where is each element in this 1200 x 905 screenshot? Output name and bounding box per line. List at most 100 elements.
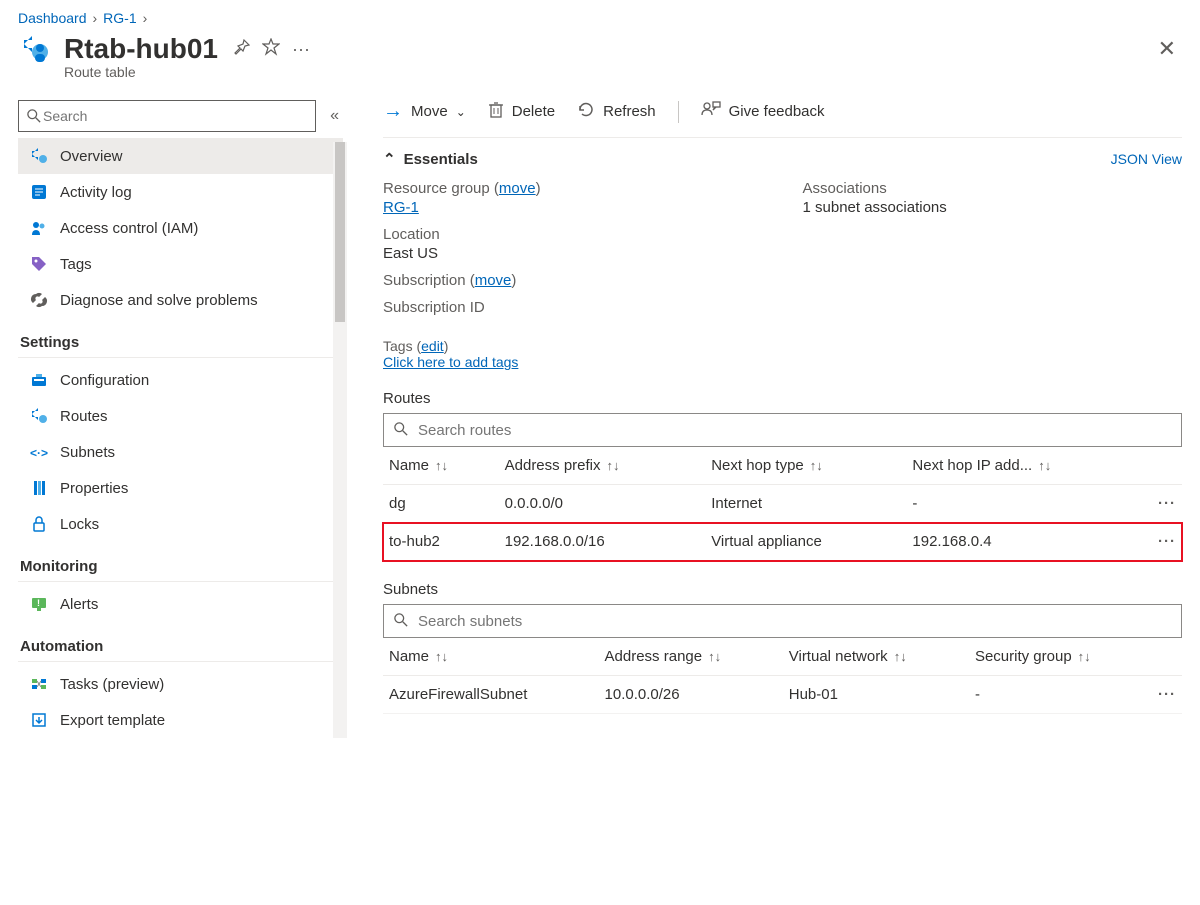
json-view-link[interactable]: JSON View [1111,151,1182,167]
add-tags-link[interactable]: Click here to add tags [383,354,518,370]
sidebar-item[interactable]: Locks [18,506,343,542]
breadcrumb-item[interactable]: Dashboard [18,10,87,26]
star-icon[interactable] [262,38,280,61]
row-actions-icon[interactable]: ··· [1152,485,1182,523]
sidebar-item[interactable]: Access control (IAM) [18,210,343,246]
delete-button[interactable]: Delete [488,101,555,123]
nav-icon [30,255,48,273]
sidebar-item[interactable]: Diagnose and solve problems [18,282,343,318]
search-icon [394,422,408,439]
chevron-down-icon: ⌄ [456,105,466,119]
move-resource-group-link[interactable]: move [499,180,536,197]
table-cell: 10.0.0.0/26 [599,676,783,714]
nav-icon: ! [30,595,48,613]
sidebar-item[interactable]: Configuration [18,362,343,398]
sort-icon: ↑↓ [894,649,907,664]
sidebar-item-label: Routes [60,408,108,425]
sidebar: « Overview Activity log Access control (IA… [18,100,343,738]
nav-icon [30,371,48,389]
routes-table: Name↑↓Address prefix↑↓Next hop type↑↓Nex… [383,447,1182,561]
nav-icon [30,219,48,237]
feedback-button[interactable]: Give feedback [701,101,825,123]
chevron-right-icon: › [93,10,98,26]
pin-icon[interactable] [234,39,250,60]
table-row[interactable]: to-hub2192.168.0.0/16Virtual appliance19… [383,523,1182,561]
nav-icon: <·> [30,443,48,461]
subnets-search-input[interactable] [416,612,1171,631]
sidebar-item-label: Configuration [60,372,149,389]
sort-icon: ↑↓ [435,649,448,664]
search-icon [27,109,41,123]
breadcrumb-item[interactable]: RG-1 [103,10,136,26]
sidebar-item[interactable]: Export template [18,702,343,738]
resource-group-link[interactable]: RG-1 [383,199,419,216]
toolbar: → Move ⌄ Delete Refresh Give feedback [383,100,1182,138]
page-subtitle: Route table [64,64,1182,80]
svg-text:!: ! [37,598,40,608]
sort-icon: ↑↓ [810,458,823,473]
table-cell: 192.168.0.0/16 [499,523,706,561]
sidebar-item[interactable]: Activity log [18,174,343,210]
routes-search-input[interactable] [416,421,1171,440]
essentials-toggle[interactable]: ⌃ Essentials [383,150,478,168]
collapse-sidebar-icon[interactable]: « [326,103,343,129]
sidebar-item[interactable]: Tags [18,246,343,282]
refresh-button[interactable]: Refresh [577,101,656,123]
column-header[interactable]: Name↑↓ [383,447,499,485]
column-header[interactable]: Next hop IP add...↑↓ [906,447,1152,485]
sidebar-item[interactable]: Tasks (preview) [18,666,343,702]
column-header[interactable]: Name↑↓ [383,638,599,676]
edit-tags-link[interactable]: edit [421,338,444,354]
nav-icon [30,147,48,165]
table-cell: - [969,676,1152,714]
sidebar-item-label: Access control (IAM) [60,220,198,237]
sidebar-item[interactable]: Properties [18,470,343,506]
column-header[interactable]: Virtual network↑↓ [783,638,969,676]
sort-icon: ↑↓ [1038,458,1051,473]
routes-section-title: Routes [383,390,1182,407]
trash-icon [488,101,504,123]
sidebar-item[interactable]: ! Alerts [18,586,343,622]
move-button[interactable]: → Move ⌄ [383,100,466,123]
column-header[interactable]: Next hop type↑↓ [705,447,906,485]
table-cell: Hub-01 [783,676,969,714]
row-actions-icon[interactable]: ··· [1152,523,1182,561]
column-header[interactable]: Address range↑↓ [599,638,783,676]
table-cell: AzureFirewallSubnet [383,676,599,714]
table-row[interactable]: dg0.0.0.0/0Internet-··· [383,485,1182,523]
close-icon[interactable]: ✕ [1158,36,1182,62]
sidebar-item-label: Tags [60,256,92,273]
table-cell: 192.168.0.4 [906,523,1152,561]
column-header[interactable]: Security group↑↓ [969,638,1152,676]
sidebar-scrollbar[interactable] [333,142,347,738]
page-title: Rtab-hub01 [64,33,218,65]
search-input[interactable] [41,107,307,125]
nav-icon [30,479,48,497]
sidebar-search[interactable] [18,100,316,132]
sidebar-item-label: Alerts [60,596,98,613]
nav-icon [30,183,48,201]
nav-icon [30,711,48,729]
sort-icon: ↑↓ [607,458,620,473]
sidebar-item[interactable]: Routes [18,398,343,434]
sidebar-item-label: Activity log [60,184,132,201]
routes-search[interactable] [383,413,1182,447]
column-header[interactable]: Address prefix↑↓ [499,447,706,485]
subnets-search[interactable] [383,604,1182,638]
svg-text:<·>: <·> [30,446,48,460]
sidebar-section-header: Automation [18,622,343,662]
sidebar-item[interactable]: Overview [18,138,343,174]
nav-icon [30,515,48,533]
chevron-up-icon: ⌃ [383,150,396,168]
more-icon[interactable]: ··· [292,39,310,60]
sidebar-item-label: Locks [60,516,99,533]
nav-icon [30,675,48,693]
sidebar-item[interactable]: <·>Subnets [18,434,343,470]
feedback-icon [701,101,721,123]
sidebar-item-label: Properties [60,480,128,497]
main-content: → Move ⌄ Delete Refresh Give feedback ⌃ … [343,100,1182,738]
table-row[interactable]: AzureFirewallSubnet10.0.0.0/26Hub-01-··· [383,676,1182,714]
sidebar-item-label: Export template [60,712,165,729]
move-subscription-link[interactable]: move [475,272,512,289]
row-actions-icon[interactable]: ··· [1152,676,1182,714]
